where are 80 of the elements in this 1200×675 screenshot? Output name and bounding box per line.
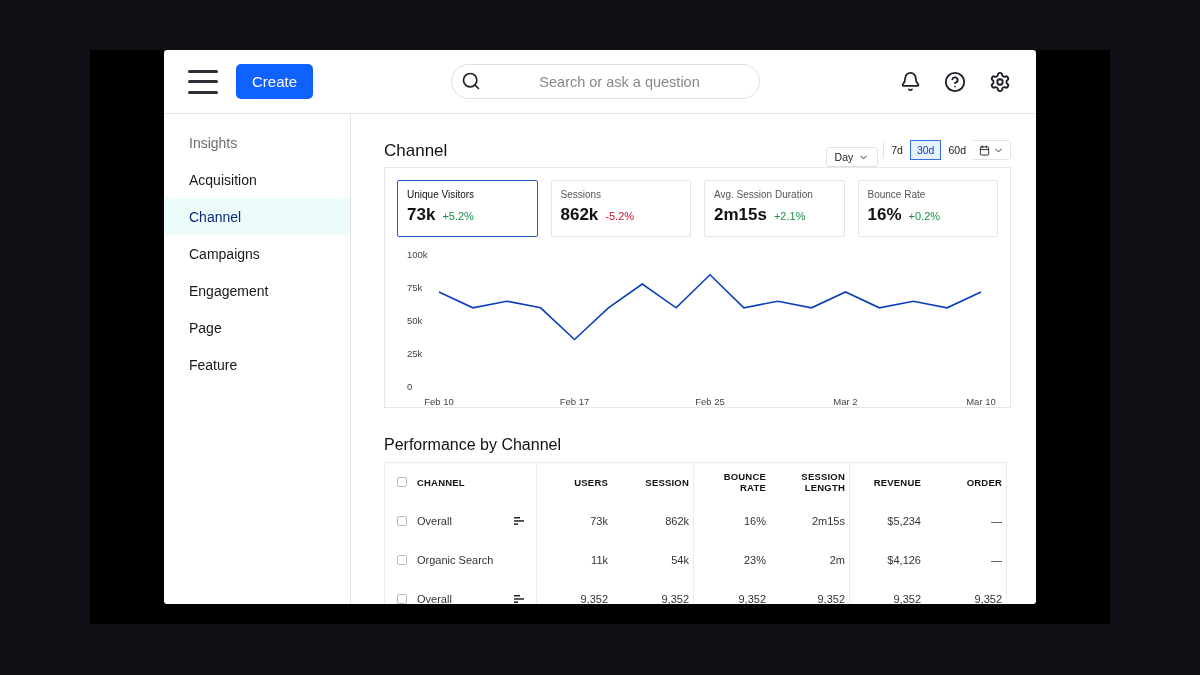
section-title: Channel [384, 140, 448, 161]
range-tab[interactable]: 30d [909, 140, 942, 160]
metric-card[interactable]: Unique Visitors 73k +5.2% [397, 180, 538, 237]
row-checkbox[interactable] [397, 593, 407, 604]
metric-card[interactable]: Sessions 862k -5.2% [550, 180, 691, 237]
sort-icon[interactable] [514, 594, 524, 603]
table-cell: 54k [671, 553, 689, 566]
table-cell: 2m [829, 553, 845, 566]
x-axis-label: Feb 10 [424, 396, 454, 407]
column-header: CHANNEL [417, 476, 465, 488]
settings-icon[interactable] [988, 69, 1012, 94]
table-cell: — [991, 553, 1002, 566]
help-icon[interactable] [943, 69, 967, 94]
metric-value: 862k [560, 205, 599, 225]
section-title: Performance by Channel [384, 436, 562, 454]
metric-label: Unique Visitors [407, 189, 476, 200]
column-header: SESSION [645, 476, 689, 488]
metric-label: Sessions [560, 189, 603, 200]
y-axis-label: 50k [407, 315, 423, 326]
metric-value: 2m15s [714, 205, 767, 225]
metric-change: +5.2% [442, 210, 474, 222]
x-axis-label: Feb 17 [559, 396, 590, 407]
metric-value: 73k [407, 205, 436, 225]
sidebar-item[interactable]: Page [164, 309, 350, 346]
sidebar-heading: Insights [188, 133, 239, 153]
sidebar-item[interactable]: Acquisition [164, 161, 350, 198]
x-axis-label: Feb 25 [695, 396, 725, 407]
interval-dropdown[interactable]: Day [825, 147, 879, 167]
y-axis-label: 0 [407, 381, 413, 392]
calendar-icon [979, 144, 990, 156]
table-cell: — [991, 514, 1002, 527]
y-axis-label: 25k [407, 348, 423, 359]
table-cell: 9,352 [580, 592, 608, 604]
search-icon [461, 71, 482, 91]
column-header: USERS [574, 476, 608, 488]
metric-card[interactable]: Bounce Rate 16% +0.2% [857, 180, 998, 237]
x-axis-label: Mar 2 [833, 396, 858, 407]
metric-card[interactable]: Avg. Session Duration 2m15s +2.1% [704, 180, 845, 237]
range-tab[interactable]: 7d [884, 140, 910, 160]
table-cell: Overall [417, 514, 452, 527]
range-tab[interactable]: 60d [941, 140, 973, 160]
column-header: BOUNCE RATE [722, 471, 766, 493]
row-checkbox[interactable] [397, 554, 407, 565]
sidebar-item[interactable]: Feature [164, 346, 350, 383]
sidebar-item[interactable]: Channel [164, 198, 350, 235]
table-cell: 2m15s [811, 514, 845, 527]
metric-label: Avg. Session Duration [714, 189, 814, 200]
menu-button[interactable] [188, 69, 218, 94]
create-button[interactable]: Create [236, 64, 314, 99]
metric-change: +0.2% [908, 210, 941, 222]
column-header: SESSION LENGTH [800, 471, 845, 493]
column-header: ORDER [966, 476, 1002, 488]
table-cell: 9,352 [738, 592, 766, 604]
y-axis-label: 75k [407, 282, 423, 293]
column-header: REVENUE [873, 476, 921, 488]
sort-icon[interactable] [514, 516, 524, 525]
sidebar-item[interactable]: Engagement [164, 272, 350, 309]
x-axis-label: Mar 10 [966, 396, 996, 407]
sidebar-item[interactable]: Campaigns [164, 235, 350, 272]
table-cell: $5,234 [887, 514, 921, 527]
row-checkbox[interactable] [397, 515, 407, 526]
table-cell: Organic Search [417, 553, 494, 566]
table-cell: Overall [417, 592, 452, 604]
table-cell: 862k [665, 514, 689, 527]
table-cell: 11k [591, 553, 608, 566]
table-cell: 9,352 [974, 592, 1002, 604]
table-cell: $4,126 [887, 553, 921, 566]
metric-change: +2.1% [773, 210, 806, 222]
table-cell: 9,352 [661, 592, 689, 604]
metric-label: Bounce Rate [867, 189, 927, 200]
table-cell: 73k [590, 514, 608, 527]
table-cell: 9,352 [893, 592, 921, 604]
metric-value: 16% [867, 205, 902, 225]
table-cell: 23% [743, 553, 766, 566]
table-cell: 16% [743, 514, 766, 527]
metric-change: -5.2% [605, 210, 635, 222]
select-all-checkbox[interactable] [397, 477, 407, 487]
y-axis-label: 100k [407, 249, 428, 260]
table-cell: 9,352 [817, 592, 845, 604]
search-field[interactable]: Search or ask a question [451, 64, 761, 99]
